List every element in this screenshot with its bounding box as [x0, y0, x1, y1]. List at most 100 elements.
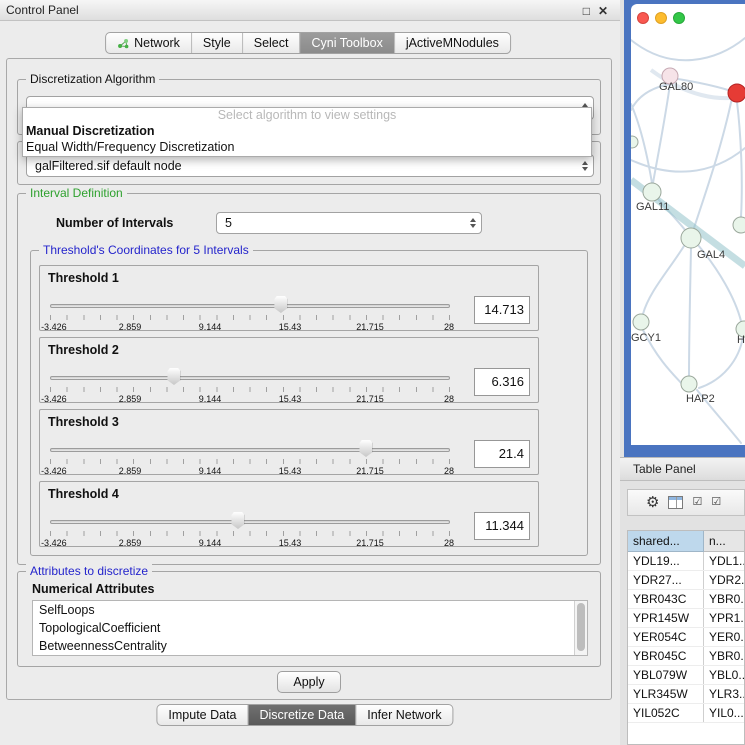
threshold-value-field[interactable]: 11.344	[474, 512, 530, 540]
number-of-intervals-combobox[interactable]: 5	[216, 212, 482, 234]
checkbox-icon[interactable]: ☑	[692, 497, 702, 508]
network-node-gal11[interactable]	[643, 183, 661, 201]
slider-track[interactable]	[50, 304, 450, 308]
algorithm-item-manual-discretization[interactable]: Manual Discretization	[23, 123, 591, 139]
table-header-row: shared... n...	[628, 531, 744, 552]
node-attribute-table: shared... n... YDL19...YDL1... YDR27...Y…	[627, 530, 745, 745]
table-row[interactable]: YBL079WYBL0...	[628, 666, 744, 685]
top-tab-bar: Network Style Select Cyni Toolbox jActiv…	[105, 32, 511, 54]
table-toolbar: ⚙ ☑ ☑	[627, 489, 745, 516]
network-node-gal4[interactable]	[681, 228, 701, 248]
table-row[interactable]: YPR145WYPR1...	[628, 609, 744, 628]
algorithm-placeholder-item: Select algorithm to view settings	[23, 108, 591, 123]
thresholds-legend: Threshold's Coordinates for 5 Intervals	[39, 243, 253, 257]
interval-definition-legend: Interval Definition	[26, 186, 127, 200]
control-panel-titlebar: Control Panel □ ✕	[0, 0, 620, 21]
threshold-thumb[interactable]	[231, 512, 244, 529]
number-of-intervals-value: 5	[225, 216, 232, 230]
tab-network[interactable]: Network	[106, 33, 191, 53]
apply-button[interactable]: Apply	[277, 671, 341, 693]
node-label: H	[737, 334, 745, 346]
threshold-label: Threshold 2	[48, 343, 119, 357]
tab-cyni-toolbox[interactable]: Cyni Toolbox	[299, 33, 393, 53]
table-row[interactable]: YBR043CYBR0...	[628, 590, 744, 609]
network-icon	[117, 37, 129, 49]
table-row[interactable]: YLR345WYLR3...	[628, 685, 744, 704]
threshold-value-field[interactable]: 6.316	[474, 368, 530, 396]
node-label: HAP2	[686, 393, 715, 405]
discretization-algorithm-group: Discretization Algorithm Select algorith…	[17, 79, 601, 135]
threshold-slider: -3.4262.8599.14415.4321.71528	[50, 508, 450, 548]
threshold-thumb[interactable]	[359, 440, 372, 457]
list-item[interactable]: BetweennessCentrality	[33, 637, 587, 655]
number-of-intervals-label: Number of Intervals	[56, 216, 173, 230]
control-panel-title: Control Panel	[6, 3, 79, 17]
table-panel-title: Table Panel	[633, 462, 696, 476]
slider-ticks	[50, 315, 450, 320]
tab-jactivemodules[interactable]: jActiveMNodules	[394, 33, 510, 53]
numerical-attributes-list: SelfLoops TopologicalCoefficient Between…	[32, 600, 588, 656]
table-data-combobox[interactable]: galFiltered.sif default node	[26, 154, 594, 177]
close-traffic-icon[interactable]	[637, 12, 649, 24]
close-icon[interactable]: ✕	[598, 4, 608, 18]
window-controls	[637, 12, 685, 24]
scrollbar-thumb[interactable]	[577, 603, 585, 651]
tab-discretize-data[interactable]: Discretize Data	[248, 705, 356, 725]
network-node-hap2[interactable]	[681, 376, 697, 392]
threshold-value-field[interactable]: 14.713	[474, 296, 530, 324]
slider-scale: -3.4262.8599.14415.4321.71528	[50, 322, 450, 332]
gear-icon[interactable]: ⚙	[646, 495, 659, 510]
algorithm-item-equal-width-frequency[interactable]: Equal Width/Frequency Discretization	[23, 139, 591, 155]
slider-track[interactable]	[50, 520, 450, 524]
list-item[interactable]: SelfLoops	[33, 601, 587, 619]
tab-impute-data[interactable]: Impute Data	[157, 705, 247, 725]
interval-definition-group: Interval Definition Number of Intervals …	[17, 193, 601, 565]
node-label: GAL80	[659, 81, 693, 93]
checkbox-icon[interactable]: ☑	[711, 497, 721, 508]
table-row[interactable]: YBR045CYBR0...	[628, 647, 744, 666]
network-node-gcy1[interactable]	[633, 314, 649, 330]
threshold-panel: Threshold 2 -3.4262.8599.14415.4321.7152…	[39, 337, 539, 403]
vertical-scrollbar[interactable]	[574, 601, 587, 655]
table-row[interactable]: YDL19...YDL1...	[628, 552, 744, 571]
zoom-traffic-icon[interactable]	[673, 12, 685, 24]
minimize-traffic-icon[interactable]	[655, 12, 667, 24]
threshold-thumb[interactable]	[274, 296, 287, 313]
column-header-shared-name[interactable]: shared...	[628, 531, 704, 552]
node-label: GAL4	[697, 249, 725, 261]
threshold-label: Threshold 3	[48, 415, 119, 429]
list-item[interactable]: TopologicalCoefficient	[33, 619, 587, 637]
threshold-panel: Threshold 4 -3.4262.8599.14415.4321.7152…	[39, 481, 539, 547]
threshold-slider: -3.4262.8599.14415.4321.71528	[50, 436, 450, 476]
slider-track[interactable]	[50, 448, 450, 452]
threshold-thumb[interactable]	[167, 368, 180, 385]
slider-ticks	[50, 531, 450, 536]
node-label: GAL11	[636, 201, 669, 213]
slider-scale: -3.4262.8599.14415.4321.71528	[50, 394, 450, 404]
threshold-value-field[interactable]: 21.4	[474, 440, 530, 468]
combo-arrows-icon	[582, 161, 588, 171]
column-header-name[interactable]: n...	[704, 531, 744, 552]
table-row[interactable]: YDR27...YDR2...	[628, 571, 744, 590]
float-window-icon[interactable]: □	[583, 4, 590, 18]
network-node[interactable]	[733, 217, 745, 233]
tab-select[interactable]: Select	[242, 33, 300, 53]
network-view-window: GAL80 GAL11 GAL4 GCY1 HAP2 H	[631, 4, 745, 445]
threshold-label: Threshold 1	[48, 271, 119, 285]
attributes-group: Attributes to discretize Numerical Attri…	[17, 571, 601, 667]
columns-icon[interactable]	[668, 496, 683, 509]
tab-infer-network[interactable]: Infer Network	[355, 705, 452, 725]
discretization-algorithm-legend: Discretization Algorithm	[26, 72, 159, 86]
table-panel-titlebar: Table Panel	[620, 457, 745, 481]
network-node[interactable]	[631, 136, 638, 148]
network-node-red[interactable]	[728, 84, 745, 102]
node-label: GCY1	[631, 332, 661, 344]
network-canvas[interactable]: GAL80 GAL11 GAL4 GCY1 HAP2 H	[631, 30, 745, 445]
slider-track[interactable]	[50, 376, 450, 380]
algorithm-dropdown-popup: Select algorithm to view settings Manual…	[22, 107, 592, 157]
slider-ticks	[50, 459, 450, 464]
table-row[interactable]: YIL052CYIL0...	[628, 704, 744, 723]
tab-style[interactable]: Style	[191, 33, 242, 53]
control-panel: Control Panel □ ✕ Network Style Select C…	[0, 0, 620, 745]
table-row[interactable]: YER054CYER0...	[628, 628, 744, 647]
